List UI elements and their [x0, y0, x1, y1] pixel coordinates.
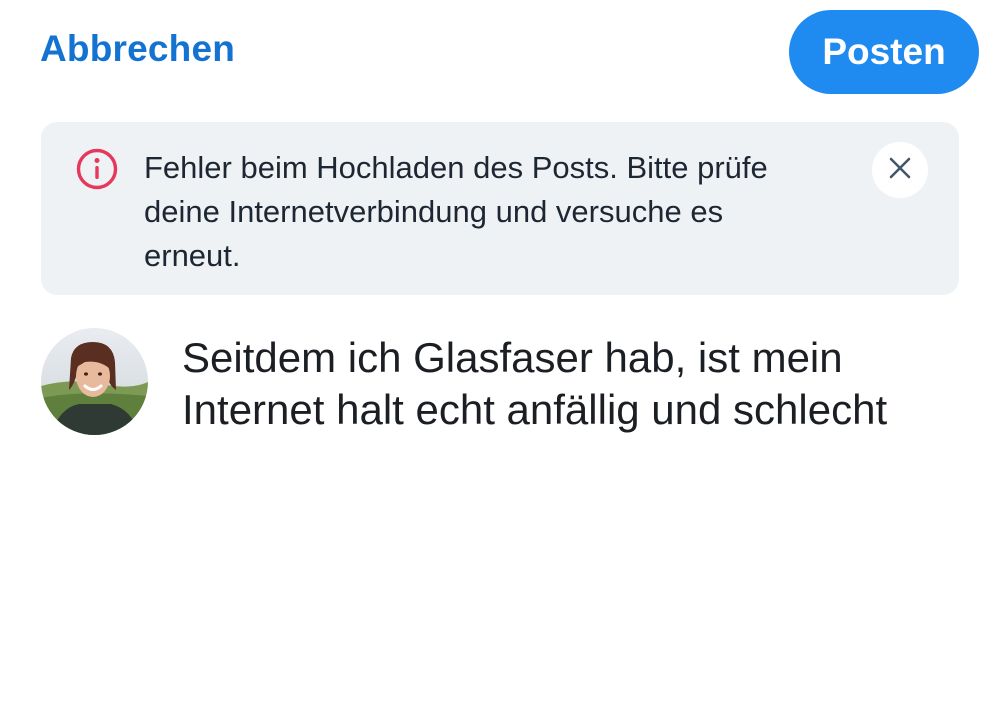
error-message: Fehler beim Hochladen des Posts. Bitte p… — [144, 150, 768, 273]
cancel-button[interactable]: Abbrechen — [40, 28, 235, 70]
top-bar: Abbrechen Posten — [0, 0, 1000, 105]
info-circle-icon — [75, 147, 119, 191]
close-icon — [888, 156, 912, 185]
post-button[interactable]: Posten — [789, 10, 979, 94]
composer: Seitdem ich Glasfaser hab, ist mein Inte… — [0, 320, 1000, 710]
dismiss-error-button[interactable] — [872, 142, 928, 198]
post-button-label: Posten — [822, 31, 946, 72]
post-text-input[interactable]: Seitdem ich Glasfaser hab, ist mein Inte… — [182, 332, 982, 436]
post-composer-screen: Abbrechen Posten Fehler beim Hochladen d… — [0, 0, 1000, 710]
avatar[interactable] — [41, 328, 148, 435]
error-banner: Fehler beim Hochladen des Posts. Bitte p… — [41, 122, 959, 295]
